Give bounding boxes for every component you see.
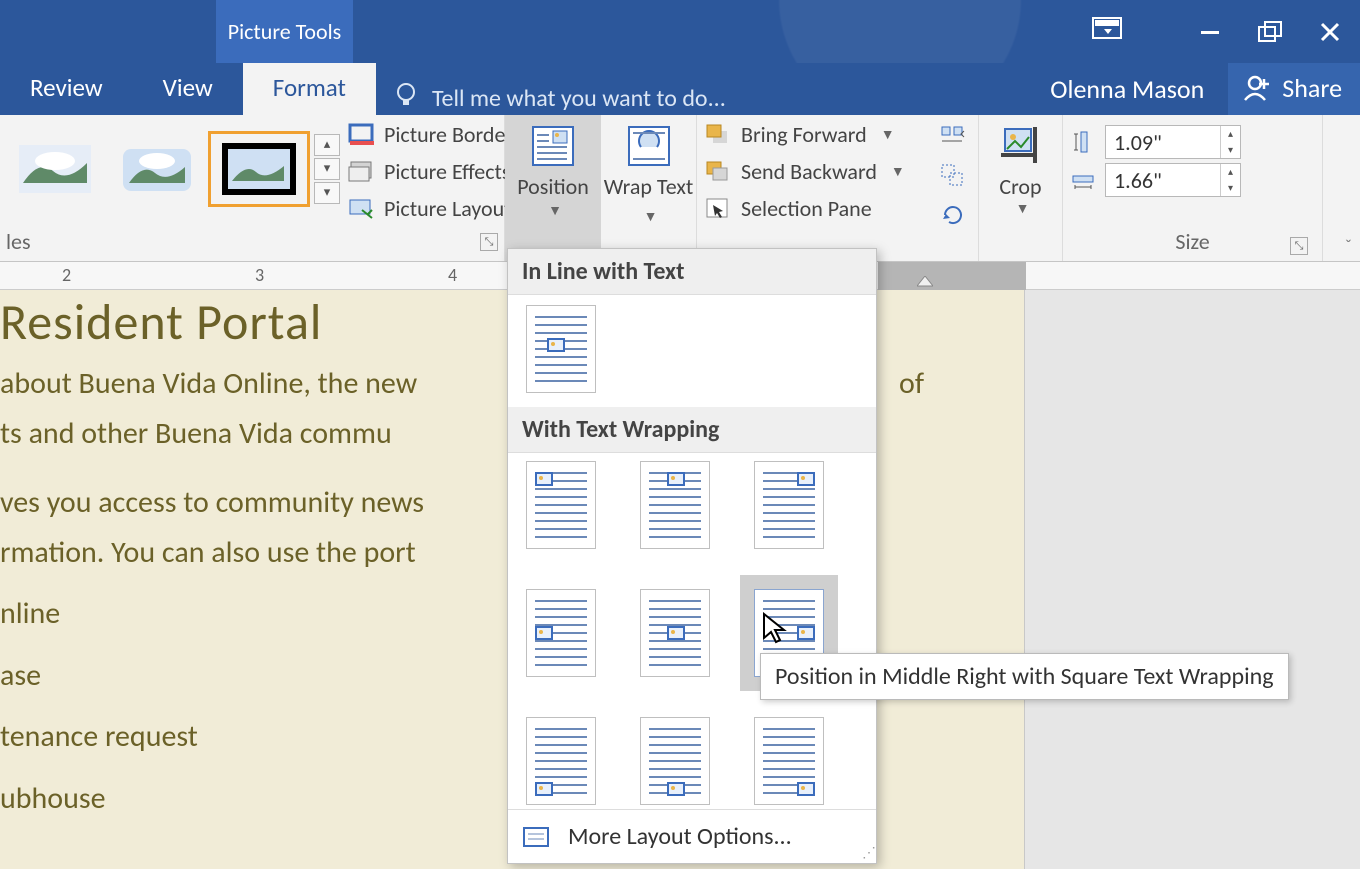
- size-dialog-launcher[interactable]: ⤡: [1290, 237, 1308, 255]
- tell-me-placeholder: Tell me what you want to do...: [432, 84, 726, 113]
- gallery-down-icon[interactable]: ▾: [314, 158, 340, 180]
- paragraph-line: of: [899, 359, 924, 409]
- position-button[interactable]: Position ▼: [505, 115, 601, 261]
- signed-in-user[interactable]: Olenna Mason: [1050, 73, 1204, 105]
- tab-review[interactable]: Review: [0, 63, 133, 115]
- size-group: 1.09"▴▾ 1.66"▴▾ Size ⤡: [1063, 115, 1323, 261]
- crop-icon: [997, 125, 1045, 167]
- bring-forward-button[interactable]: Bring Forward▼: [705, 121, 920, 148]
- style-thumb-1[interactable]: [4, 131, 106, 207]
- position-top-right[interactable]: [754, 461, 824, 549]
- gallery-more-icon[interactable]: ▾: [314, 182, 340, 204]
- picture-effects-icon: [348, 159, 374, 183]
- layout-options-icon: [522, 825, 552, 849]
- width-icon: [1071, 168, 1097, 192]
- position-top-center[interactable]: [640, 461, 710, 549]
- picture-styles-group: ▴ ▾ ▾ Picture Border▼ Picture Effects▼ P…: [0, 115, 505, 261]
- position-option-inline[interactable]: [526, 305, 596, 393]
- share-button[interactable]: Share: [1228, 63, 1360, 115]
- height-icon: [1071, 130, 1097, 154]
- title-bar: Picture Tools: [0, 0, 1360, 63]
- selection-pane-icon: [705, 197, 731, 221]
- gallery-scroll[interactable]: ▴ ▾ ▾: [314, 134, 340, 204]
- send-backward-icon: [705, 160, 731, 184]
- ribbon-display-options-icon[interactable]: [1091, 14, 1125, 48]
- lightbulb-icon: [394, 81, 418, 115]
- crop-button[interactable]: Crop▼: [979, 115, 1063, 261]
- wrap-text-icon: [625, 125, 673, 167]
- arrange-group: Bring Forward▼ Send Backward▼ Selection …: [697, 115, 979, 261]
- bring-forward-icon: [705, 123, 731, 147]
- wrap-text-button[interactable]: Wrap Text ▼: [601, 115, 697, 261]
- position-section-wrapping: With Text Wrapping: [508, 407, 876, 453]
- position-middle-left[interactable]: [526, 589, 596, 677]
- position-bottom-left[interactable]: [526, 717, 596, 805]
- tab-view[interactable]: View: [133, 63, 243, 115]
- cursor-icon: [762, 612, 792, 646]
- right-indent-marker[interactable]: [917, 276, 933, 290]
- minimize-button[interactable]: [1180, 0, 1240, 63]
- tab-format[interactable]: Format: [243, 63, 376, 115]
- picture-layout-icon: [348, 196, 374, 220]
- group-button[interactable]: [940, 163, 966, 187]
- restore-button[interactable]: [1240, 0, 1300, 63]
- share-label: Share: [1282, 72, 1342, 104]
- selection-pane-button[interactable]: Selection Pane: [705, 195, 920, 222]
- position-section-inline: In Line with Text: [508, 249, 876, 295]
- width-input[interactable]: 1.66"▴▾: [1105, 163, 1241, 197]
- position-bottom-center[interactable]: [640, 717, 710, 805]
- ribbon-toolbar: ▴ ▾ ▾ Picture Border▼ Picture Effects▼ P…: [0, 115, 1360, 262]
- picture-styles-gallery[interactable]: ▴ ▾ ▾: [0, 115, 340, 215]
- size-label: Size: [1175, 228, 1209, 255]
- send-backward-button[interactable]: Send Backward▼: [705, 158, 920, 185]
- rotate-button[interactable]: [940, 201, 966, 225]
- picture-tools-label: Picture Tools: [216, 0, 353, 63]
- align-button[interactable]: [940, 125, 966, 149]
- close-button[interactable]: [1300, 0, 1360, 63]
- resize-grip-icon[interactable]: ⋰: [862, 844, 872, 861]
- tell-me-search[interactable]: Tell me what you want to do...: [394, 81, 726, 115]
- position-bottom-right[interactable]: [754, 717, 824, 805]
- styles-group-label: les: [6, 228, 31, 255]
- position-dropdown: In Line with Text With Text Wrapping Mor…: [507, 248, 877, 864]
- gallery-up-icon[interactable]: ▴: [314, 134, 340, 156]
- more-layout-options[interactable]: More Layout Options...: [508, 809, 876, 863]
- style-thumb-2[interactable]: [106, 131, 208, 207]
- style-thumb-selected[interactable]: [208, 131, 310, 207]
- height-input[interactable]: 1.09"▴▾: [1105, 125, 1241, 159]
- position-top-left[interactable]: [526, 461, 596, 549]
- position-tooltip: Position in Middle Right with Square Tex…: [760, 653, 1289, 700]
- ribbon-tab-strip: Review View Format Tell me what you want…: [0, 63, 1360, 115]
- picture-border-icon: [348, 122, 374, 146]
- paragraph-line: about Buena Vida Online, the new: [0, 359, 417, 409]
- position-icon: [529, 125, 577, 167]
- collapse-ribbon-icon[interactable]: ˇ: [1345, 235, 1352, 257]
- styles-dialog-launcher[interactable]: ⤡: [480, 233, 498, 251]
- position-middle-center[interactable]: [640, 589, 710, 677]
- share-person-icon: [1242, 73, 1272, 103]
